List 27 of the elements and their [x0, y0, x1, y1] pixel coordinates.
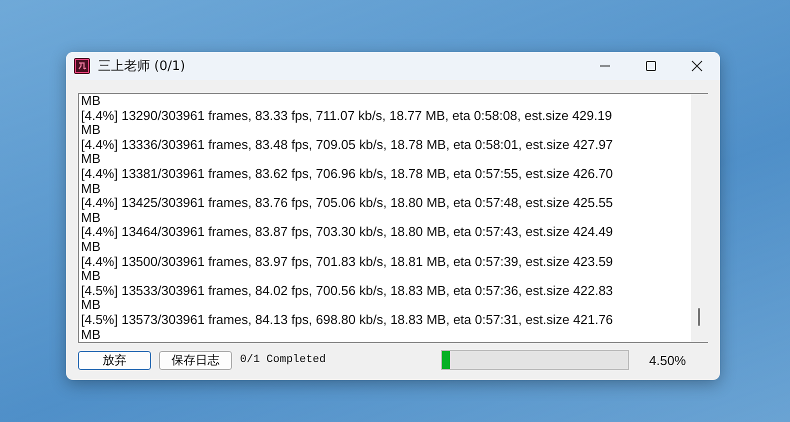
log-line: MB [81, 210, 100, 226]
log-line: MB [81, 269, 100, 284]
log-line: [4.4%] 13500/303961 frames, 83.97 fps, 701.83 kb/s, 18.81 MB, eta 0:57:39, est.size 423.59 [81, 254, 614, 270]
progress-percent: 4.50% [649, 352, 686, 368]
log-line: [4.4%] 13464/303961 frames, 83.87 fps, 703.30 kb/s, 18.80 MB, eta 0:57:43, est.size 424.49 [81, 225, 614, 240]
log-line: MB [81, 298, 100, 313]
log-line: [4.4%] 13381/303961 frames, 83.62 fps, 706.96 kb/s, 18.78 MB, eta 0:57:55, est.size 426.70 [81, 166, 614, 182]
log-line: MB [81, 123, 100, 138]
log-line: [4.4%] 13290/303961 frames, 83.33 fps, 711.07 kb/s, 18.77 MB, eta 0:58:08, est.size 429.19 [81, 108, 613, 124]
scrollbar-thumb[interactable] [698, 308, 700, 326]
status-text: 0/1 Completed [240, 354, 326, 366]
log-line: MB [81, 182, 100, 196]
log-line: MB [81, 240, 100, 255]
app-icon [74, 58, 90, 74]
action-button[interactable]: 放弃 [78, 350, 151, 370]
log-line: [4.4%] 13425/303961 frames, 83.76 fps, 705.06 kb/s, 18.80 MB, eta 0:57:48, est.size 425.55 [81, 196, 614, 211]
log-line: [4.5%] 13573/303961 frames, 84.13 fps, 698.80 kb/s, 18.83 MB, eta 0:57:31, est.size 421.76 [81, 312, 614, 328]
close-icon [691, 60, 703, 72]
action-button[interactable]: 保存日志 [159, 350, 232, 370]
scrollbar[interactable] [691, 94, 708, 342]
window-title: 三上老师 (0/1) [98, 58, 186, 75]
log-line: MB [81, 94, 102, 109]
maximize-icon [645, 60, 657, 72]
log-line: [4.4%] 13336/303961 frames, 83.48 fps, 709.05 kb/s, 18.78 MB, eta 0:58:01, est.size 427.97 [81, 138, 614, 152]
log-line: [4.5%] 13533/303961 frames, 84.02 fps, 700.56 kb/s, 18.83 MB, eta 0:57:36, est.size 422.83 [81, 284, 614, 298]
log-line: MB [81, 152, 100, 167]
log-line: MB [81, 328, 100, 342]
